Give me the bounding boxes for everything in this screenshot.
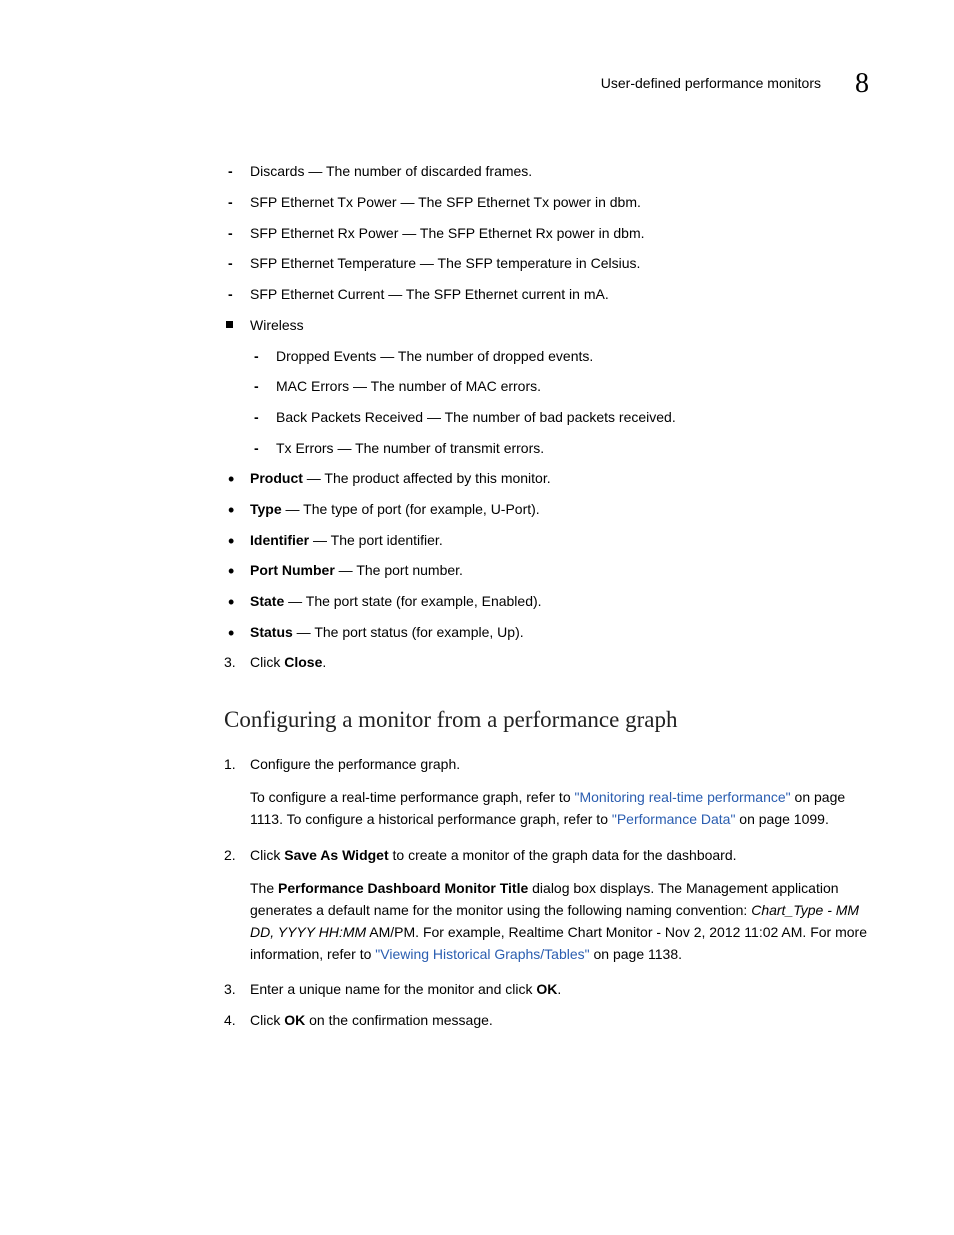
chapter-number: 8: [855, 62, 869, 105]
text: on the confirmation message.: [305, 1012, 493, 1028]
list-item: Tx Errors — The number of transmit error…: [250, 438, 869, 460]
term: Type: [250, 501, 282, 517]
dash-list-1: Discards — The number of discarded frame…: [224, 161, 869, 305]
desc: — The port number.: [335, 562, 463, 578]
term: Identifier: [250, 532, 309, 548]
dialog-title-label: Performance Dashboard Monitor Title: [278, 880, 528, 896]
list-item: State — The port state (for example, Ena…: [224, 591, 869, 613]
desc: — The product affected by this monitor.: [303, 470, 551, 486]
square-list: Wireless Dropped Events — The number of …: [224, 315, 869, 459]
step-body: To configure a real-time performance gra…: [250, 787, 869, 830]
step-3: 3. Click Close.: [224, 652, 869, 674]
desc: — The type of port (for example, U-Port)…: [282, 501, 540, 517]
ok-label: OK: [536, 981, 557, 997]
text: .: [322, 654, 326, 670]
link-performance-data[interactable]: "Performance Data": [612, 811, 736, 827]
step-number: 2.: [224, 845, 236, 867]
list-item: Back Packets Received — The number of ba…: [250, 407, 869, 429]
list-item: Identifier — The port identifier.: [224, 530, 869, 552]
text: Enter a unique name for the monitor and …: [250, 981, 536, 997]
step-number: 1.: [224, 754, 236, 776]
step-body: The Performance Dashboard Monitor Title …: [250, 878, 869, 965]
step-1: 1. Configure the performance graph. To c…: [224, 754, 869, 831]
section-heading: Configuring a monitor from a performance…: [224, 702, 869, 738]
list-item: Discards — The number of discarded frame…: [224, 161, 869, 183]
text: .: [557, 981, 561, 997]
text: on page 1099.: [735, 811, 828, 827]
list-item: Type — The type of port (for example, U-…: [224, 499, 869, 521]
desc: — The port state (for example, Enabled).: [284, 593, 541, 609]
disc-list: Product — The product affected by this m…: [224, 468, 869, 643]
step-number: 3.: [224, 652, 236, 674]
wireless-label: Wireless: [250, 317, 304, 333]
term: Status: [250, 624, 293, 640]
list-item-wireless: Wireless Dropped Events — The number of …: [224, 315, 869, 459]
text: Click: [250, 847, 284, 863]
step-4: 4. Click OK on the confirmation message.: [224, 1010, 869, 1032]
list-item: SFP Ethernet Temperature — The SFP tempe…: [224, 253, 869, 275]
term: Product: [250, 470, 303, 486]
list-item: MAC Errors — The number of MAC errors.: [250, 376, 869, 398]
link-realtime[interactable]: "Monitoring real-time performance": [575, 789, 791, 805]
ok-label: OK: [284, 1012, 305, 1028]
text: Click: [250, 1012, 284, 1028]
list-item: Dropped Events — The number of dropped e…: [250, 346, 869, 368]
term: Port Number: [250, 562, 335, 578]
text: to create a monitor of the graph data fo…: [389, 847, 737, 863]
term: State: [250, 593, 284, 609]
dash-list-2: Dropped Events — The number of dropped e…: [250, 346, 869, 460]
text: Click: [250, 654, 284, 670]
page-content: User-defined performance monitors 8 Disc…: [0, 0, 954, 1032]
close-label: Close: [284, 654, 322, 670]
link-historical-graphs[interactable]: "Viewing Historical Graphs/Tables": [375, 946, 589, 962]
list-item: Port Number — The port number.: [224, 560, 869, 582]
list-item: SFP Ethernet Rx Power — The SFP Ethernet…: [224, 223, 869, 245]
page-header: User-defined performance monitors 8: [224, 62, 869, 105]
step-2: 2. Click Save As Widget to create a moni…: [224, 845, 869, 965]
step-text: Configure the performance graph.: [250, 756, 460, 772]
step-3b: 3. Enter a unique name for the monitor a…: [224, 979, 869, 1001]
save-as-widget-label: Save As Widget: [284, 847, 388, 863]
text: on page 1138.: [590, 946, 682, 962]
list-item: Status — The port status (for example, U…: [224, 622, 869, 644]
text: The: [250, 880, 278, 896]
desc: — The port identifier.: [309, 532, 443, 548]
steps-lower: 1. Configure the performance graph. To c…: [224, 754, 869, 1032]
header-title: User-defined performance monitors: [601, 73, 821, 95]
list-item: Product — The product affected by this m…: [224, 468, 869, 490]
steps-upper: 3. Click Close.: [224, 652, 869, 674]
desc: — The port status (for example, Up).: [293, 624, 524, 640]
list-item: SFP Ethernet Current — The SFP Ethernet …: [224, 284, 869, 306]
text: To configure a real-time performance gra…: [250, 789, 575, 805]
list-item: SFP Ethernet Tx Power — The SFP Ethernet…: [224, 192, 869, 214]
step-number: 4.: [224, 1010, 236, 1032]
step-number: 3.: [224, 979, 236, 1001]
